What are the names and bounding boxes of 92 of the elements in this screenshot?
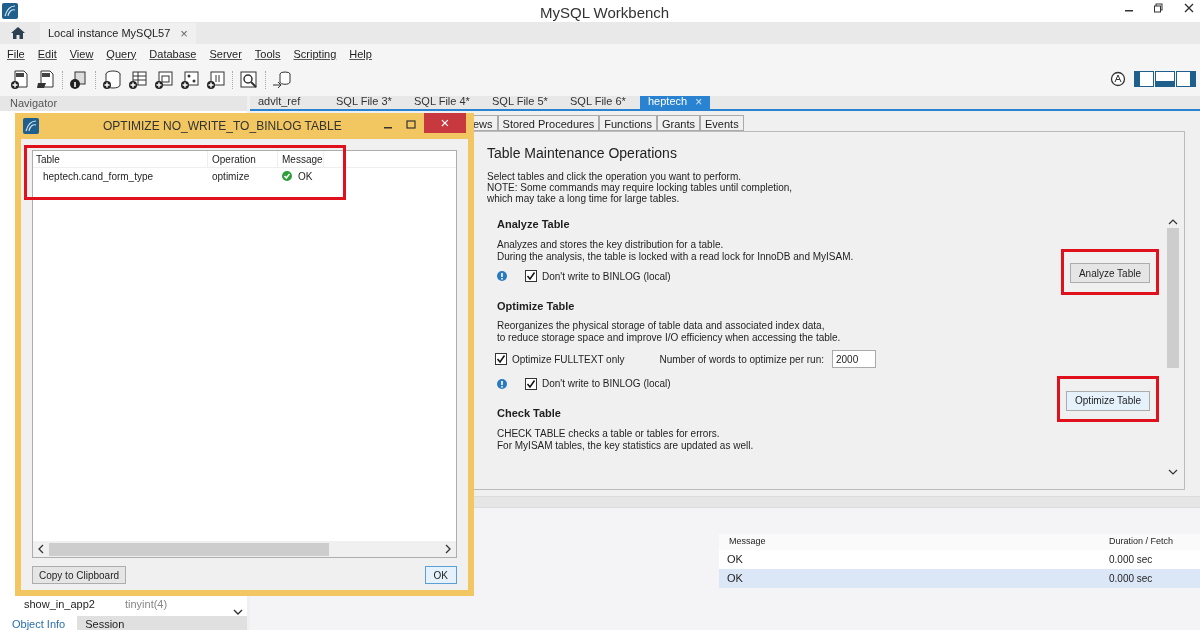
menu-item[interactable]: Edit — [37, 45, 57, 63]
app-logo-icon — [23, 118, 39, 134]
check-circle-icon — [282, 171, 292, 181]
table-row[interactable]: OK 0.000 sec — [719, 569, 1200, 588]
sub-tab[interactable]: Stored Procedures — [497, 115, 600, 131]
menu-item[interactable]: Scripting — [293, 45, 337, 63]
checkbox[interactable] — [525, 377, 537, 390]
table-cell-text: OK — [298, 169, 313, 184]
checkbox[interactable] — [525, 270, 537, 282]
menu-item[interactable]: Server — [209, 45, 242, 63]
scroll-left-icon[interactable] — [37, 544, 45, 554]
section-title: Table Maintenance Operations — [487, 144, 678, 163]
sub-tab[interactable]: Functions — [599, 115, 657, 131]
checkbox-label[interactable]: Optimize FULLTEXT only — [512, 351, 625, 367]
column-name: show_in_app2 — [24, 596, 95, 612]
scroll-down-icon[interactable] — [1168, 468, 1178, 476]
help-text: Analyzes and stores the key distribution for a table. — [497, 238, 725, 251]
dialog-title: OPTIMIZE NO_WRITE_TO_BINLOG TABLE — [103, 118, 342, 135]
search-icon[interactable] — [239, 70, 259, 90]
scrollbar-thumb[interactable] — [49, 542, 329, 556]
table-cell-text: optimize — [211, 169, 251, 184]
sub-tab[interactable]: Events — [700, 115, 744, 131]
function-add-icon[interactable] — [206, 70, 226, 90]
menu-item[interactable]: Tools — [254, 45, 281, 63]
table-add-icon[interactable] — [128, 70, 148, 90]
editor-tab[interactable]: advlt_ref — [250, 94, 324, 109]
action-button[interactable]: Analyze Table — [1069, 263, 1150, 283]
scrollbar-thumb[interactable] — [1167, 228, 1179, 368]
settings-icon[interactable] — [1110, 71, 1126, 87]
editor-tab[interactable]: SQL File 5* — [484, 94, 558, 109]
checkbox-label[interactable]: Don't write to BINLOG (local) — [542, 376, 671, 391]
help-text: For MyISAM tables, the key statistics are updated as well. — [497, 439, 755, 452]
procedure-add-icon[interactable] — [180, 70, 200, 90]
column-header[interactable]: Operation — [208, 151, 278, 167]
number-field[interactable]: 2000 — [831, 350, 876, 368]
close-button[interactable]: × — [424, 113, 466, 133]
view-add-icon[interactable] — [154, 70, 174, 90]
column-header: Duration / Fetch — [1108, 535, 1174, 549]
menu-item[interactable]: Help — [349, 45, 372, 63]
help-text: Select tables and click the operation you want to perform. — [487, 171, 742, 182]
table-cell-text: 0.000 sec — [1108, 572, 1153, 586]
help-text: NOTE: Some commands may require locking tables until completion, — [487, 182, 794, 193]
column-header: Message — [728, 535, 767, 549]
panel-tab[interactable]: Object Info — [0, 616, 78, 630]
section-heading: Check Table — [497, 406, 562, 421]
help-text: CHECK TABLE checks a table or tables for errors. — [497, 427, 721, 440]
sub-tab[interactable]: Grants — [657, 115, 700, 131]
window-title: MySQL Workbench — [540, 3, 670, 23]
help-text: which may take a long time for large tables. — [487, 193, 680, 204]
column-header[interactable]: Table — [33, 151, 208, 167]
ok-button[interactable]: OK — [424, 566, 457, 584]
panel-toggle-icon[interactable] — [1134, 71, 1196, 87]
menu-item[interactable]: View — [69, 45, 94, 63]
close-tab-button[interactable]: × — [180, 23, 188, 44]
section-heading: Analyze Table — [497, 217, 571, 232]
help-text: to reduce storage space and improve I/O efficiency when accessing the table. — [497, 332, 842, 344]
sql-file-open-icon[interactable] — [36, 70, 56, 90]
field-label: Number of words to optimize per run: — [659, 352, 824, 367]
menu-item[interactable]: File — [7, 45, 25, 63]
editor-tab[interactable]: SQL File 6* — [562, 94, 636, 109]
menu-item[interactable]: Database — [149, 45, 197, 63]
panel-tab[interactable]: Session — [77, 616, 247, 630]
table-cell-text: 0.000 sec — [1108, 553, 1153, 567]
editor-tab[interactable]: SQL File 4* — [406, 94, 480, 109]
column-type: tinyint(4) — [124, 596, 168, 612]
help-text: Reorganizes the physical storage of table data and associated index data, — [497, 320, 826, 332]
sql-file-add-icon[interactable] — [10, 70, 30, 90]
connection-tab[interactable]: Local instance MySQL57 × — [40, 23, 196, 44]
schema-info-icon[interactable] — [69, 70, 89, 90]
copy-button[interactable]: Copy to Clipboard — [32, 566, 127, 584]
action-button[interactable]: Optimize Table — [1066, 390, 1150, 411]
checkbox[interactable] — [495, 353, 507, 365]
table-cell-text: OK — [726, 571, 744, 587]
reconnect-icon[interactable] — [272, 70, 292, 90]
help-text: During the analysis, the table is locked with a read lock for InnoDB and MyISAM. — [497, 250, 855, 263]
editor-tab[interactable]: SQL File 3* — [328, 94, 402, 109]
scroll-right-icon[interactable] — [444, 544, 452, 554]
section-heading: Optimize Table — [497, 298, 576, 314]
chevron-down-icon[interactable] — [233, 608, 243, 616]
database-add-icon[interactable] — [102, 70, 122, 90]
menu-item[interactable]: Query — [106, 45, 137, 63]
app-logo-icon — [2, 3, 18, 19]
maximize-icon[interactable] — [406, 120, 416, 130]
panel-title: Navigator — [10, 96, 58, 112]
scroll-up-icon[interactable] — [1168, 218, 1178, 226]
column-header[interactable]: Message — [278, 151, 324, 167]
table-cell-text: OK — [726, 552, 744, 568]
close-icon[interactable] — [1184, 3, 1194, 13]
restore-icon[interactable] — [1154, 3, 1164, 13]
checkbox-label[interactable]: Don't write to BINLOG (local) — [542, 268, 671, 284]
table-cell-text: heptech.cand_form_type — [42, 169, 155, 184]
home-icon[interactable] — [10, 26, 26, 40]
